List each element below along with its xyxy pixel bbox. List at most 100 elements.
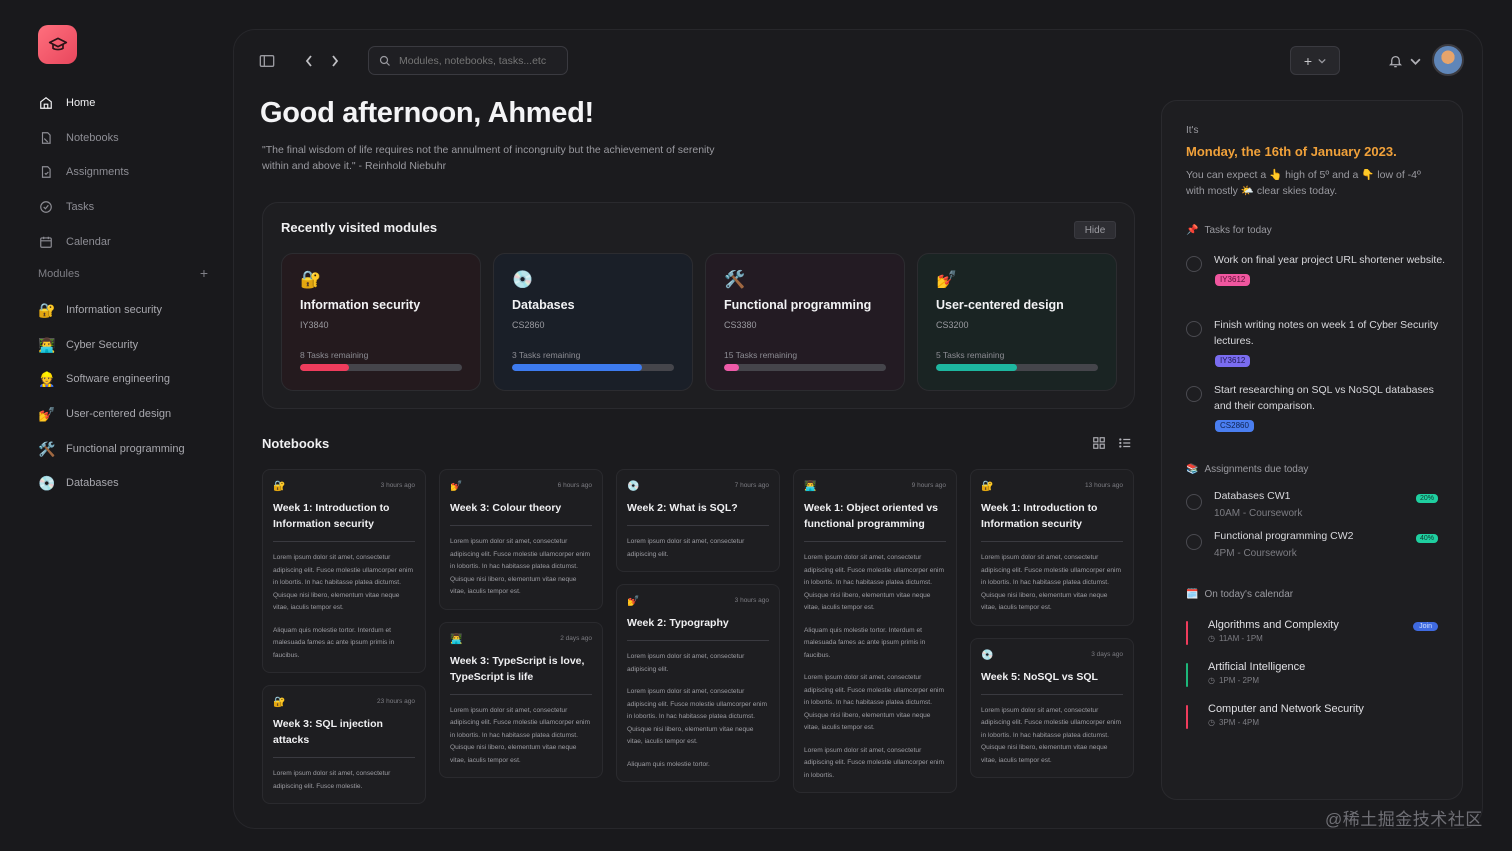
module-item-information-security[interactable]: 🔐 Information security — [38, 293, 218, 328]
create-new-button[interactable]: + — [1290, 46, 1340, 75]
search-input[interactable] — [399, 54, 559, 67]
task-checkbox[interactable] — [1186, 321, 1202, 337]
module-list: 🔐 Information security 👨‍💻 Cyber Security … — [38, 293, 218, 501]
notebook-column: 💿 7 hours ago Week 2: What is SQL? Lorem ip… — [616, 469, 780, 794]
task-item: Finish writing notes on week 1 of Cyber … — [1186, 317, 1446, 368]
nav-calendar[interactable]: Calendar — [38, 224, 218, 259]
disc-emoji-icon: 💿 — [38, 475, 56, 492]
event-time-row: ◷ 1PM - 2PM — [1208, 676, 1438, 685]
tasks-remaining: 3 Tasks remaining — [512, 350, 581, 360]
assignment-progress-badge: 20% — [1415, 494, 1438, 503]
notebook-card[interactable]: 🔐 23 hours ago Week 3: SQL injection attac… — [262, 685, 426, 804]
module-card-code: CS3380 — [724, 320, 757, 330]
module-card[interactable]: 💿 Databases CS2860 3 Tasks remaining — [493, 253, 693, 391]
clock-icon: ◷ — [1208, 718, 1215, 727]
module-item-cyber-security[interactable]: 👨‍💻 Cyber Security — [38, 328, 218, 363]
event-color-bar — [1186, 621, 1188, 645]
modules-header: Modules + — [38, 266, 208, 280]
hide-button[interactable]: Hide — [1074, 221, 1116, 239]
module-item-software-engineering[interactable]: 👷 Software engineering — [38, 362, 218, 397]
calendar-event[interactable]: Artificial Intelligence ◷ 1PM - 2PM — [1186, 661, 1438, 687]
bell-icon[interactable] — [1386, 52, 1404, 70]
main-nav: Home Notebooks Assignments Tasks Calenda… — [38, 86, 218, 259]
tasks-remaining: 15 Tasks remaining — [724, 350, 798, 360]
event-time: 1PM - 2PM — [1218, 676, 1259, 685]
assignment-checkbox[interactable] — [1186, 494, 1202, 510]
back-arrow-icon[interactable] — [302, 53, 316, 69]
nav-home-label: Home — [66, 97, 96, 110]
user-avatar[interactable] — [1432, 44, 1464, 76]
clock-icon: ◷ — [1208, 634, 1215, 643]
nav-home[interactable]: Home — [38, 86, 218, 121]
calendar-icon — [38, 234, 54, 250]
task-checkbox[interactable] — [1186, 256, 1202, 272]
notebook-card[interactable]: 👨‍💻 2 days ago Week 3: TypeScript is love,… — [439, 621, 603, 778]
notebook-timestamp: 6 hours ago — [557, 482, 592, 489]
plus-icon: + — [1303, 52, 1313, 69]
calendar-emoji-icon: 🗓️ — [1186, 589, 1199, 600]
task-checkbox[interactable] — [1186, 386, 1202, 402]
account-chevron-icon[interactable] — [1408, 54, 1422, 68]
notebook-card[interactable]: 💅 3 hours ago Week 2: Typography Lorem ipsu… — [616, 584, 780, 782]
assignment-item[interactable]: Databases CW1 10AM - Coursework 20% — [1186, 490, 1438, 519]
notebook-body: Lorem ipsum dolor sit amet, consectetur … — [804, 552, 946, 782]
notebook-excerpt: Lorem ipsum dolor sit amet, consectetur … — [273, 554, 413, 611]
task-item: Start researching on SQL vs NoSQL databa… — [1186, 382, 1446, 433]
notebook-card[interactable]: 🔐 3 hours ago Week 1: Introduction to Info… — [262, 469, 426, 673]
notebook-emoji-icon: 💅 — [627, 596, 640, 607]
notebook-card[interactable]: 🔐 13 hours ago Week 1: Introduction to Inf… — [970, 469, 1134, 626]
nav-calendar-label: Calendar — [66, 235, 111, 248]
progress-fill — [512, 364, 642, 371]
progress-fill — [724, 364, 739, 371]
notebook-excerpt: Lorem ipsum dolor sit amet, consectetur … — [273, 770, 391, 790]
nav-assignments[interactable]: Assignments — [38, 155, 218, 190]
tasks-heading-label: Tasks for today — [1204, 225, 1272, 236]
greeting-title: Good afternoon, Ahmed! — [260, 97, 594, 129]
notebook-body: Lorem ipsum dolor sit amet, consectetur … — [273, 768, 415, 793]
event-time-row: ◷ 11AM - 1PM — [1208, 634, 1438, 643]
module-item-user-centered-design[interactable]: 💅 User-centered design — [38, 397, 218, 432]
list-view-icon[interactable] — [1118, 436, 1132, 450]
join-button[interactable]: Join — [1413, 622, 1438, 631]
tasks-remaining: 5 Tasks remaining — [936, 350, 1005, 360]
task-module-tag[interactable]: IY3612 — [1215, 274, 1251, 286]
module-item-databases[interactable]: 💿 Databases — [38, 466, 218, 501]
task-text: Work on final year project URL shortener… — [1214, 254, 1446, 266]
event-title: Artificial Intelligence — [1208, 661, 1306, 673]
module-card[interactable]: 💅 User-centered design CS3200 5 Tasks remai… — [917, 253, 1117, 391]
add-module-icon[interactable]: + — [200, 266, 208, 280]
module-emoji-icon: 💅 — [936, 270, 958, 289]
notebook-excerpt: Lorem ipsum dolor sit amet, consectetur … — [627, 688, 767, 745]
nav-tasks[interactable]: Tasks — [38, 190, 218, 225]
grid-view-icon[interactable] — [1092, 436, 1106, 450]
assignments-heading: 📚 Assignments due today — [1186, 464, 1308, 475]
notebook-excerpt: Lorem ipsum dolor sit amet, consectetur … — [981, 706, 1121, 764]
search-box[interactable] — [368, 46, 568, 75]
assignment-checkbox[interactable] — [1186, 534, 1202, 550]
progress-bar — [936, 364, 1098, 371]
notebook-card[interactable]: 👨‍💻 9 hours ago Week 1: Object oriented vs… — [793, 469, 957, 793]
notebook-card[interactable]: 💿 7 hours ago Week 2: What is SQL? Lorem ip… — [616, 469, 780, 572]
sidebar-toggle-icon[interactable] — [258, 52, 276, 70]
notebook-emoji-icon: 🔐 — [981, 481, 994, 492]
task-module-tag[interactable]: CS2860 — [1215, 420, 1254, 432]
notebook-title: Week 2: What is SQL? — [627, 500, 769, 526]
notebook-timestamp: 3 hours ago — [734, 597, 769, 604]
module-item-functional-programming[interactable]: 🛠️ Functional programming — [38, 431, 218, 466]
app-logo[interactable] — [38, 25, 77, 64]
module-card[interactable]: 🔐 Information security IY3840 8 Tasks remai… — [281, 253, 481, 391]
calendar-event[interactable]: Algorithms and Complexity ◷ 11AM - 1PM Join — [1186, 619, 1438, 645]
progress-bar — [300, 364, 462, 371]
daily-quote: "The final wisdom of life requires not t… — [262, 144, 715, 172]
calendar-event[interactable]: Computer and Network Security ◷ 3PM - 4PM — [1186, 703, 1438, 729]
task-module-tag[interactable]: IY3612 — [1215, 355, 1251, 367]
event-time: 3PM - 4PM — [1218, 718, 1259, 727]
notebook-card[interactable]: 💅 6 hours ago Week 3: Colour theory Lorem i… — [439, 469, 603, 610]
module-card[interactable]: 🛠️ Functional programming CS3380 15 Tasks r… — [705, 253, 905, 391]
calendar-heading-label: On today's calendar — [1204, 589, 1294, 600]
assignment-item[interactable]: Functional programming CW2 4PM - Coursewo… — [1186, 530, 1438, 559]
task-text: Start researching on SQL vs NoSQL databa… — [1214, 384, 1434, 412]
forward-arrow-icon[interactable] — [328, 53, 342, 69]
notebook-card[interactable]: 💿 3 days ago Week 5: NoSQL vs SQL Lorem ips… — [970, 637, 1134, 778]
nav-notebooks[interactable]: Notebooks — [38, 121, 218, 156]
